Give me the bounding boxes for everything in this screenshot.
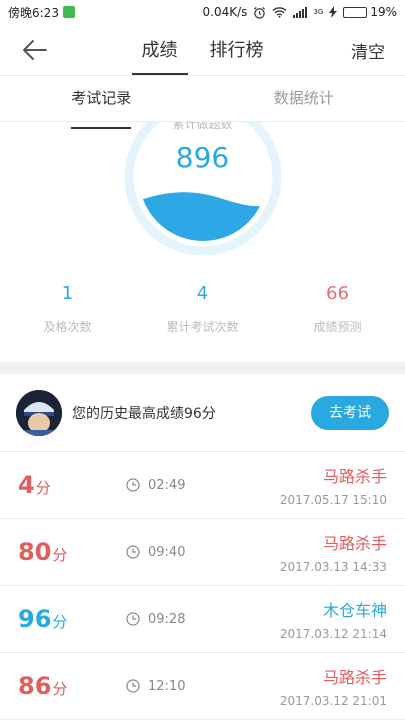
record-score: 86分 bbox=[18, 672, 126, 700]
stat-score-prediction: 66 成绩预测 bbox=[270, 280, 405, 335]
record-title: 马路杀手 bbox=[322, 467, 387, 486]
stat-exam-count: 4 累计考试次数 bbox=[135, 280, 270, 335]
stats-row: 1 及格次数 4 累计考试次数 66 成绩预测 bbox=[0, 272, 405, 362]
exam-record-row[interactable]: 80分 09:40 马路杀手 2017.03.13 14:33 bbox=[0, 519, 405, 586]
status-bar: 傍晚6:23 0.04K/s 3G 19% bbox=[0, 0, 405, 24]
gauge-label: 累计做题数 bbox=[172, 122, 233, 131]
record-duration: 09:28 bbox=[126, 612, 246, 627]
stat-label: 及格次数 bbox=[43, 320, 92, 334]
record-date: 2017.03.12 21:01 bbox=[279, 694, 387, 708]
record-title: 木仓车神 bbox=[322, 601, 387, 620]
tab-data-statistics-label: 数据统计 bbox=[273, 89, 334, 107]
battery-icon bbox=[343, 6, 368, 18]
wifi-icon bbox=[272, 7, 287, 18]
record-score-unit: 分 bbox=[52, 613, 68, 631]
record-info: 木仓车神 2017.03.12 21:14 bbox=[280, 597, 387, 641]
record-date: 2017.03.12 21:14 bbox=[279, 627, 387, 641]
tab-ranking[interactable]: 排行榜 bbox=[210, 26, 264, 74]
network-speed: 0.04K/s bbox=[202, 5, 248, 19]
record-date: 2017.05.17 15:10 bbox=[279, 493, 387, 507]
record-score-value: 80 bbox=[18, 538, 52, 566]
clear-button[interactable]: 清空 bbox=[351, 38, 385, 63]
top-navigation: 成绩 排行榜 清空 bbox=[0, 24, 405, 76]
record-score: 4分 bbox=[18, 471, 126, 499]
record-duration: 12:10 bbox=[126, 679, 246, 694]
exam-records-list: 4分 02:49 马路杀手 2017.05.17 15:10 80分 09:40 马路杀手 2… bbox=[0, 452, 405, 720]
section-divider bbox=[0, 362, 405, 374]
record-info: 马路杀手 2017.03.12 21:01 bbox=[280, 664, 387, 708]
tab-exam-records[interactable]: 考试记录 bbox=[0, 76, 203, 129]
stat-pass-count: 1 及格次数 bbox=[0, 280, 135, 335]
clock-icon bbox=[126, 679, 140, 693]
signal-icon bbox=[293, 6, 308, 18]
record-score-value: 96 bbox=[18, 605, 52, 633]
exam-record-row[interactable]: 96分 09:28 木仓车神 2017.03.12 21:14 bbox=[0, 586, 405, 653]
record-info: 马路杀手 2017.03.13 14:33 bbox=[280, 530, 387, 574]
exam-record-row[interactable]: 4分 02:49 马路杀手 2017.05.17 15:10 bbox=[0, 452, 405, 519]
record-score-unit: 分 bbox=[35, 479, 51, 497]
record-score-unit: 分 bbox=[52, 680, 68, 698]
tab-data-statistics[interactable]: 数据统计 bbox=[203, 76, 405, 121]
stat-value: 66 bbox=[326, 283, 349, 304]
record-score-value: 86 bbox=[18, 672, 52, 700]
record-title: 马路杀手 bbox=[322, 668, 387, 687]
record-duration-value: 09:28 bbox=[148, 611, 186, 627]
back-arrow-icon[interactable] bbox=[20, 36, 50, 64]
record-duration: 09:40 bbox=[126, 545, 246, 560]
record-score-unit: 分 bbox=[52, 546, 68, 564]
tab-exam-records-label: 考试记录 bbox=[71, 76, 132, 129]
charging-icon bbox=[329, 6, 338, 18]
sub-tabs: 考试记录 数据统计 bbox=[0, 76, 405, 129]
clock-icon bbox=[126, 545, 140, 559]
clock-icon bbox=[126, 612, 140, 626]
main-tabs: 成绩 排行榜 bbox=[131, 26, 264, 75]
record-duration: 02:49 bbox=[126, 478, 246, 493]
record-info: 马路杀手 2017.05.17 15:10 bbox=[280, 463, 387, 507]
exam-record-row[interactable]: 86分 12:10 马路杀手 2017.03.12 21:01 bbox=[0, 653, 405, 720]
question-count-gauge: 累计做题数 896 bbox=[0, 122, 405, 272]
status-time: 傍晚6:23 bbox=[8, 5, 59, 20]
stat-value: 1 bbox=[61, 283, 74, 304]
best-score-row: 您的历史最高成绩96分 去考试 bbox=[0, 374, 405, 452]
best-score-text: 您的历史最高成绩96分 bbox=[72, 405, 216, 422]
stat-label: 成绩预测 bbox=[313, 320, 362, 334]
avatar bbox=[16, 389, 62, 436]
battery-text: 19% bbox=[370, 5, 397, 19]
record-duration-value: 09:40 bbox=[148, 544, 186, 560]
alarm-icon bbox=[254, 6, 266, 19]
network-type: 3G bbox=[313, 7, 324, 16]
app-notification-icon bbox=[62, 6, 75, 18]
gauge-value: 896 bbox=[175, 141, 230, 174]
record-score: 96分 bbox=[18, 605, 126, 633]
record-duration-value: 12:10 bbox=[148, 678, 186, 694]
battery-indicator: 19% bbox=[343, 5, 397, 19]
record-date: 2017.03.13 14:33 bbox=[279, 560, 387, 574]
record-duration-value: 02:49 bbox=[148, 477, 186, 493]
record-title: 马路杀手 bbox=[322, 534, 387, 553]
record-score: 80分 bbox=[18, 538, 126, 566]
record-score-value: 4 bbox=[18, 471, 35, 499]
start-exam-button[interactable]: 去考试 bbox=[311, 395, 389, 430]
tab-scores[interactable]: 成绩 bbox=[131, 26, 188, 75]
stat-value: 4 bbox=[196, 283, 209, 304]
avatar-image bbox=[16, 389, 62, 436]
clock-icon bbox=[126, 478, 140, 492]
stat-label: 累计考试次数 bbox=[166, 320, 239, 334]
